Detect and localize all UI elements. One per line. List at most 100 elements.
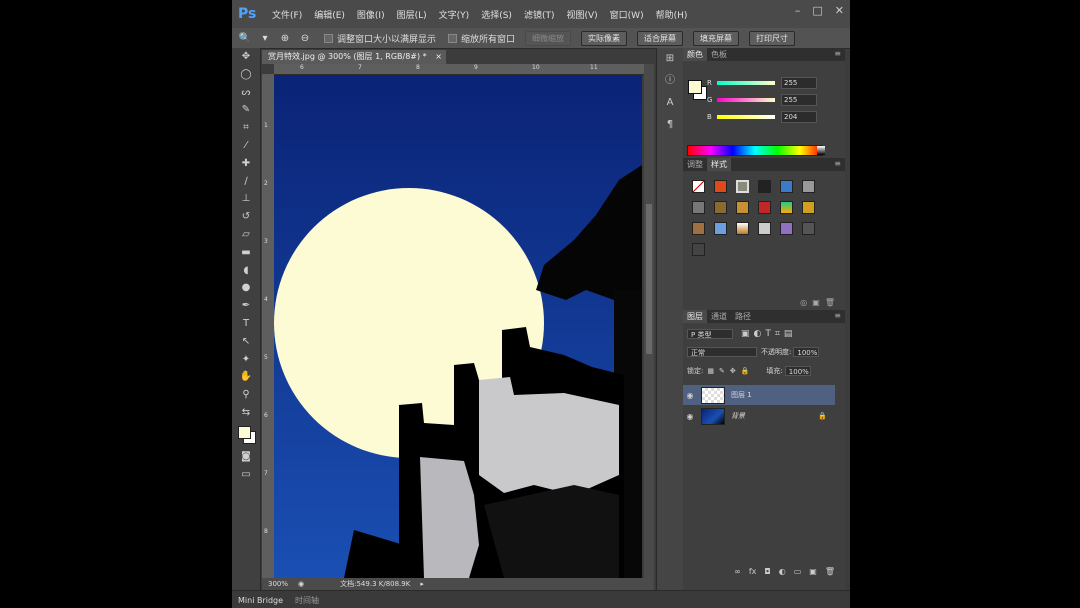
style-swatch[interactable] bbox=[780, 201, 793, 214]
zoom-level[interactable]: 300% bbox=[268, 580, 288, 588]
document-tab[interactable]: 赏月特效.jpg @ 300% (图层 1, RGB/8#) * × bbox=[262, 50, 446, 64]
red-slider[interactable] bbox=[717, 81, 775, 85]
style-swatch[interactable] bbox=[692, 222, 705, 235]
filter-kind-dropdown[interactable]: P 类型 bbox=[687, 329, 733, 339]
fit-screen-button[interactable]: 适合屏幕 bbox=[637, 30, 684, 46]
properties-panel-icon[interactable]: ⓘ bbox=[657, 70, 683, 92]
checkbox-box[interactable] bbox=[448, 33, 458, 43]
delete-layer-icon[interactable]: 🗑 bbox=[825, 567, 835, 576]
tab-swatches[interactable]: 色板 bbox=[707, 49, 731, 60]
vertical-scrollbar[interactable] bbox=[644, 64, 654, 578]
panel-menu-icon[interactable]: ≡ bbox=[834, 49, 841, 58]
style-swatch[interactable] bbox=[736, 180, 749, 193]
zoom-out-icon[interactable]: ⊖ bbox=[298, 33, 312, 44]
style-swatch[interactable] bbox=[758, 180, 771, 193]
zoom-all-windows-checkbox[interactable]: 缩放所有窗口 bbox=[448, 32, 515, 45]
menu-filter[interactable]: 滤镜(T) bbox=[524, 8, 555, 21]
dodge-tool-icon[interactable]: ● bbox=[232, 279, 260, 297]
quick-selection-tool-icon[interactable]: ✎ bbox=[232, 101, 260, 119]
red-value[interactable]: 255 bbox=[781, 77, 817, 89]
style-swatch[interactable] bbox=[736, 201, 749, 214]
style-swatch[interactable] bbox=[802, 180, 815, 193]
link-layers-icon[interactable]: ∞ bbox=[734, 567, 741, 576]
new-style-icon-2[interactable]: ▣ bbox=[812, 298, 820, 307]
healing-brush-tool-icon[interactable]: ✚ bbox=[232, 155, 260, 173]
zoom-in-icon[interactable]: ⊕ bbox=[278, 33, 292, 44]
visibility-eye-icon[interactable]: ◉ bbox=[683, 412, 697, 421]
history-brush-tool-icon[interactable]: ↺ bbox=[232, 208, 260, 226]
mini-bridge-tab[interactable]: Mini Bridge bbox=[232, 596, 289, 605]
close-tab-icon[interactable]: × bbox=[435, 52, 442, 61]
color-swatches[interactable] bbox=[232, 422, 260, 448]
type-tool-icon[interactable]: T bbox=[232, 315, 260, 333]
shape-tool-icon[interactable]: ✦ bbox=[232, 351, 260, 369]
panel-menu-icon[interactable]: ≡ bbox=[834, 311, 841, 320]
swap-colors-icon[interactable]: ⇆ bbox=[232, 404, 260, 422]
green-value[interactable]: 255 bbox=[781, 94, 817, 106]
new-layer-icon[interactable]: ▣ bbox=[809, 567, 817, 576]
style-swatch[interactable] bbox=[802, 201, 815, 214]
paragraph-panel-icon[interactable]: ¶ bbox=[657, 114, 683, 136]
opacity-input[interactable]: 100% bbox=[793, 347, 820, 357]
menu-window[interactable]: 窗口(W) bbox=[610, 8, 644, 21]
tab-styles[interactable]: 样式 bbox=[707, 158, 731, 171]
timeline-tab[interactable]: 时间轴 bbox=[289, 595, 325, 606]
tab-channels[interactable]: 通道 bbox=[707, 311, 731, 322]
menu-type[interactable]: 文字(Y) bbox=[439, 8, 470, 21]
style-swatch[interactable] bbox=[714, 222, 727, 235]
new-style-icon[interactable]: ◎ bbox=[800, 298, 807, 307]
layer-row-background[interactable]: ◉ 背景 🔒 bbox=[683, 406, 835, 426]
document-canvas[interactable] bbox=[274, 75, 642, 578]
crop-tool-icon[interactable]: ⌗ bbox=[232, 119, 260, 137]
blur-tool-icon[interactable]: ◖ bbox=[232, 262, 260, 280]
style-swatch[interactable] bbox=[736, 222, 749, 235]
elliptical-marquee-tool-icon[interactable]: ◯ bbox=[232, 66, 260, 84]
status-info-icon[interactable]: ◉ bbox=[298, 580, 304, 588]
menu-help[interactable]: 帮助(H) bbox=[656, 8, 688, 21]
tab-paths[interactable]: 路径 bbox=[731, 311, 755, 322]
lock-icons[interactable]: ▦✎✥🔒 bbox=[707, 367, 754, 375]
style-swatch[interactable] bbox=[780, 222, 793, 235]
layer-name[interactable]: 背景 bbox=[731, 411, 745, 421]
blend-mode-dropdown[interactable]: 正常 bbox=[687, 347, 757, 357]
menu-edit[interactable]: 编辑(E) bbox=[314, 8, 345, 21]
layer-row-layer1[interactable]: ◉ 图层 1 bbox=[683, 385, 835, 405]
path-selection-tool-icon[interactable]: ↖ bbox=[232, 333, 260, 351]
move-tool-icon[interactable]: ✥ bbox=[232, 48, 260, 66]
style-swatch[interactable] bbox=[714, 180, 727, 193]
actual-pixels-button[interactable]: 实际像素 bbox=[581, 30, 628, 46]
tab-layers[interactable]: 图层 bbox=[683, 310, 707, 323]
status-arrow-icon[interactable]: ▸ bbox=[420, 580, 424, 588]
layer-name[interactable]: 图层 1 bbox=[731, 390, 752, 400]
tab-color[interactable]: 颜色 bbox=[683, 48, 707, 61]
zoom-tool-icon[interactable]: 🔍 bbox=[238, 33, 252, 44]
resize-windows-checkbox[interactable]: 调整窗口大小以满屏显示 bbox=[324, 32, 436, 45]
clone-stamp-tool-icon[interactable]: ⊥ bbox=[232, 190, 260, 208]
tab-adjustments[interactable]: 调整 bbox=[683, 159, 707, 170]
panel-menu-icon[interactable]: ≡ bbox=[834, 159, 841, 168]
scrollbar-thumb[interactable] bbox=[646, 204, 652, 354]
brush-tool-icon[interactable]: ∕ bbox=[232, 173, 260, 191]
menu-select[interactable]: 选择(S) bbox=[481, 8, 512, 21]
menu-view[interactable]: 视图(V) bbox=[566, 8, 597, 21]
style-swatch[interactable] bbox=[780, 180, 793, 193]
zoom-tool-icon[interactable]: ⚲ bbox=[232, 386, 260, 404]
style-swatch[interactable] bbox=[714, 201, 727, 214]
lasso-tool-icon[interactable]: ᔕ bbox=[232, 84, 260, 102]
new-group-icon[interactable]: ▭ bbox=[794, 567, 802, 576]
print-size-button[interactable]: 打印尺寸 bbox=[749, 30, 796, 46]
blue-value[interactable]: 204 bbox=[781, 111, 817, 123]
checkbox-box[interactable] bbox=[324, 33, 333, 43]
history-panel-icon[interactable]: ⊞ bbox=[657, 48, 683, 70]
style-swatch[interactable] bbox=[802, 222, 815, 235]
screen-mode-icon[interactable]: ▭ bbox=[232, 466, 260, 484]
pen-tool-icon[interactable]: ✒ bbox=[232, 297, 260, 315]
add-mask-icon[interactable]: ◘ bbox=[764, 567, 770, 576]
gradient-tool-icon[interactable]: ▬ bbox=[232, 244, 260, 262]
color-panel-foreground-swatch[interactable] bbox=[688, 80, 702, 94]
menu-layer[interactable]: 图层(L) bbox=[397, 8, 427, 21]
style-swatch[interactable] bbox=[692, 201, 705, 214]
style-swatch[interactable] bbox=[692, 243, 705, 256]
delete-style-icon[interactable]: 🗑 bbox=[825, 298, 835, 307]
fill-input[interactable]: 100% bbox=[784, 366, 811, 376]
